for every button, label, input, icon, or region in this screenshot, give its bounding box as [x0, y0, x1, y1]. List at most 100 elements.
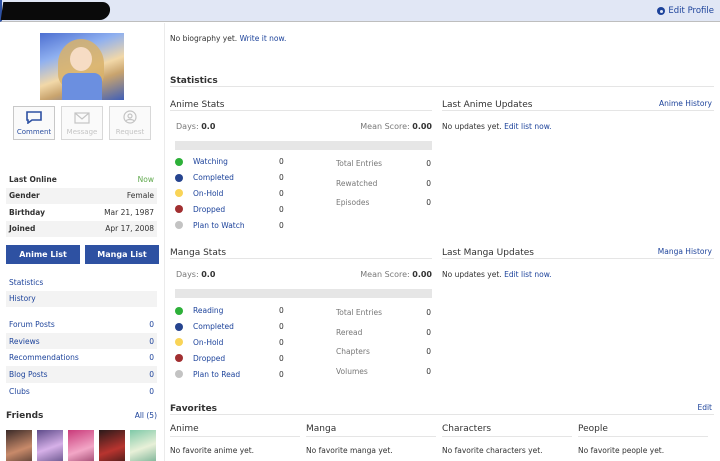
manga-mean-score: 0.00 [412, 270, 432, 279]
message-label: Message [66, 128, 98, 136]
gender-value: Female [126, 191, 154, 201]
favorite-anime: Anime No favorite anime yet. [170, 424, 300, 455]
biography: No biography yet. Write it now. [170, 34, 287, 43]
anime-updates-empty: No updates yet. Edit list now. [442, 122, 552, 131]
manga-edit-list-link[interactable]: Edit list now. [504, 270, 551, 279]
gender-row: Gender Female [6, 187, 157, 204]
status-dot [175, 173, 183, 182]
last-online-row: Last Online Now [9, 174, 154, 184]
friends-list [6, 430, 156, 461]
anime-total-entries: Total Entries 0 [336, 159, 431, 169]
history-link[interactable]: History [6, 290, 157, 307]
anime-list-button[interactable]: Anime List [6, 245, 80, 264]
manga-updates-empty: No updates yet. Edit list now. [442, 270, 552, 279]
anime-days-mean: Days: 0.0 Mean Score: 0.00 [176, 122, 432, 131]
profile-sidebar: Comment Message Request Last Online Now … [0, 23, 165, 461]
forum-posts-link[interactable]: Forum Posts 0 [6, 316, 157, 333]
manga-list-button[interactable]: Manga List [85, 245, 159, 264]
birthday-row: Birthday Mar 21, 1987 [9, 207, 154, 217]
manga-status-reading[interactable]: Reading 0 [175, 303, 295, 319]
friend-avatar[interactable] [68, 430, 94, 461]
anime-status-plan-to-watch[interactable]: Plan to Watch 0 [175, 217, 295, 233]
favorite-manga: Manga No favorite manga yet. [306, 424, 436, 455]
anime-mean-score: 0.00 [412, 122, 432, 131]
write-bio-link[interactable]: Write it now. [240, 34, 287, 43]
anime-status-list: Watching 0 Completed 0 On-Hold 0 Dropped 0 P… [175, 154, 295, 233]
manga-stats-bar [175, 289, 432, 298]
friend-avatar[interactable] [99, 430, 125, 461]
friends-all-link[interactable]: All (5) [135, 411, 157, 421]
favorites-title: Favorites [170, 404, 714, 415]
friend-request-icon [123, 110, 137, 124]
recommendations-link[interactable]: Recommendations 0 [6, 349, 157, 366]
manga-status-on-hold[interactable]: On-Hold 0 [175, 335, 295, 351]
anime-history-link[interactable]: Anime History [659, 99, 712, 108]
statistics-link[interactable]: Statistics [6, 274, 157, 291]
message-button[interactable]: Message [61, 106, 103, 140]
comment-button[interactable]: Comment [13, 106, 55, 140]
anime-rewatched: Rewatched 0 [336, 178, 431, 188]
manga-history-link[interactable]: Manga History [658, 247, 712, 256]
status-dot [175, 370, 183, 379]
user-info: Last Online Now Gender Female Birthday M… [6, 171, 157, 237]
status-dot [175, 221, 183, 230]
status-dot [175, 157, 183, 166]
manga-status-dropped[interactable]: Dropped 0 [175, 350, 295, 366]
list-buttons: Anime List Manga List [6, 245, 159, 264]
birthday-value: Mar 21, 1987 [104, 207, 154, 217]
activity-counts: Forum Posts 0 Reviews 0 Recommendations 0 B… [6, 316, 157, 399]
manga-totals: Total Entries 0 Reread 0 Chapters 0 Volumes… [336, 303, 431, 381]
friends-title: Friends [6, 411, 44, 421]
avatar [40, 33, 124, 100]
edit-profile-link[interactable]: Edit Profile [657, 6, 714, 16]
anime-stats-title: Anime Stats [170, 100, 432, 111]
status-dot [175, 354, 183, 363]
profile-nav: Statistics History [6, 274, 157, 307]
anime-episodes: Episodes 0 [336, 198, 431, 208]
status-dot [175, 306, 183, 315]
anime-days-value: 0.0 [201, 122, 216, 131]
status-dot [175, 338, 183, 347]
profile-actions: Comment Message Request [13, 106, 151, 140]
friend-avatar[interactable] [6, 430, 32, 461]
favorite-people: People No favorite people yet. [578, 424, 708, 455]
anime-status-on-hold[interactable]: On-Hold 0 [175, 186, 295, 202]
friend-avatar[interactable] [130, 430, 156, 461]
redacted-username [0, 2, 112, 20]
statistics-title: Statistics [170, 76, 714, 87]
comment-label: Comment [16, 128, 52, 136]
manga-days-mean: Days: 0.0 Mean Score: 0.00 [176, 270, 432, 279]
joined-row: Joined Apr 17, 2008 [6, 220, 157, 237]
manga-total-entries: Total Entries 0 [336, 308, 431, 318]
profile-header: Edit Profile [0, 0, 720, 22]
favorites-edit-link[interactable]: Edit [697, 403, 712, 412]
gear-icon [657, 7, 666, 15]
favorite-characters: Characters No favorite characters yet. [442, 424, 572, 455]
last-online-value: Now [137, 174, 154, 184]
friend-avatar[interactable] [37, 430, 63, 461]
manga-status-plan-to-read[interactable]: Plan to Read 0 [175, 366, 295, 382]
reviews-link[interactable]: Reviews 0 [6, 332, 157, 350]
blog-posts-link[interactable]: Blog Posts 0 [6, 366, 157, 383]
anime-edit-list-link[interactable]: Edit list now. [504, 122, 551, 131]
request-button[interactable]: Request [109, 106, 151, 140]
anime-status-completed[interactable]: Completed 0 [175, 170, 295, 186]
edit-profile-label: Edit Profile [668, 6, 714, 16]
manga-stats-title: Manga Stats [170, 248, 432, 259]
anime-totals: Total Entries 0 Rewatched 0 Episodes 0 [336, 154, 431, 213]
status-dot [175, 205, 183, 214]
anime-status-watching[interactable]: Watching 0 [175, 154, 295, 170]
envelope-icon [74, 112, 90, 124]
manga-volumes: Volumes 0 [336, 366, 431, 376]
manga-chapters: Chapters 0 [336, 347, 431, 357]
comment-icon [26, 111, 42, 124]
joined-value: Apr 17, 2008 [105, 224, 154, 234]
anime-stats-bar [175, 141, 432, 150]
anime-status-dropped[interactable]: Dropped 0 [175, 201, 295, 217]
status-dot [175, 189, 183, 198]
manga-days-value: 0.0 [201, 270, 216, 279]
manga-status-list: Reading 0 Completed 0 On-Hold 0 Dropped 0 Pl… [175, 303, 295, 382]
manga-reread: Reread 0 [336, 327, 431, 337]
clubs-link[interactable]: Clubs 0 [6, 383, 157, 400]
manga-status-completed[interactable]: Completed 0 [175, 319, 295, 335]
